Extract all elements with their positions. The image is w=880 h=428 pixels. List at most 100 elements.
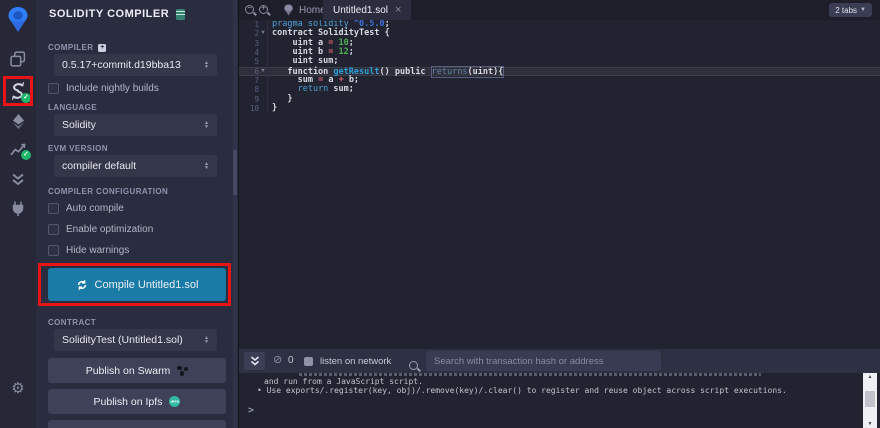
code-line: 5 uint sum;	[239, 57, 880, 66]
hide-warnings-label: Hide warnings	[66, 245, 129, 256]
analysis-success-badge-icon: ✓	[21, 150, 31, 160]
contract-value: SolidityTest (Untitled1.sol)	[62, 334, 183, 346]
config-label-text: COMPILER CONFIGURATION	[48, 187, 168, 196]
scroll-down-icon[interactable]: ▼	[863, 421, 877, 427]
contract-select[interactable]: SolidityTest (Untitled1.sol) ▲▼	[54, 329, 217, 351]
caret-down-icon: ▼	[860, 7, 866, 13]
refresh-icon	[76, 279, 88, 291]
activity-bar: ✓ ✓ ⚙	[0, 0, 36, 428]
terminal-scrollbar[interactable]: ▲ ▼	[863, 373, 877, 428]
terminal-prompt[interactable]: >	[248, 405, 254, 416]
publish-swarm-button[interactable]: Publish on Swarm	[48, 358, 226, 383]
solidity-compiler-panel: SOLIDITY COMPILER COMPILER + 0.5.17+comm…	[36, 0, 238, 428]
listen-on-network-checkbox[interactable]: listen on network	[304, 356, 391, 367]
terminal-output[interactable]: and run from a JavaScript script.• Use e…	[239, 373, 880, 428]
compiler-version-select[interactable]: 0.5.17+commit.d19bba13 ▲▼	[54, 54, 217, 76]
checkbox-icon	[48, 224, 59, 235]
terminal-collapse-button[interactable]	[244, 352, 265, 370]
evm-label-text: EVM VERSION	[48, 144, 108, 153]
publish-ipfs-button[interactable]: Publish on Ipfs IPFS	[48, 389, 226, 414]
zoom-in-icon[interactable]: +	[259, 5, 268, 14]
language-section-label: LANGUAGE	[48, 103, 97, 112]
panel-scrollbar-track[interactable]	[233, 0, 237, 428]
evm-version-select[interactable]: compiler default ▲▼	[54, 155, 217, 177]
close-tab-icon[interactable]: ×	[395, 5, 401, 15]
contract-section-label: CONTRACT	[48, 318, 96, 327]
tabs-count-badge[interactable]: 2 tabs ▼	[829, 3, 872, 17]
code-editor[interactable]: 1pragma solidity ^0.5.0;2▼contract Solid…	[239, 20, 880, 349]
terminal-toolbar: ⊘ 0 listen on network	[239, 349, 880, 373]
clipped-text-line	[299, 373, 761, 376]
dropdown-arrows-icon: ▲▼	[204, 336, 209, 345]
remix-home-icon	[283, 4, 294, 16]
ipfs-icon: IPFS	[169, 396, 180, 407]
checkbox-icon	[304, 357, 313, 366]
double-chevron-down-icon	[250, 356, 260, 366]
compiler-version-value: 0.5.17+commit.d19bba13	[62, 59, 181, 71]
language-select[interactable]: Solidity ▲▼	[54, 114, 217, 136]
tab-file-label: Untitled1.sol	[333, 5, 388, 16]
editor-tab-bar: − + Home Untitled1.sol × 2 tabs ▼	[239, 0, 880, 20]
deploy-run-icon[interactable]	[0, 113, 36, 130]
editor-region: − + Home Untitled1.sol × 2 tabs ▼ 1pragm…	[238, 0, 880, 428]
compiler-info-icon[interactable]: +	[98, 44, 106, 52]
file-explorer-icon[interactable]	[0, 51, 36, 67]
partial-button[interactable]	[48, 420, 226, 428]
docs-icon[interactable]	[176, 9, 185, 20]
code-line: 10}	[239, 104, 880, 113]
code-lines: 1pragma solidity ^0.5.0;2▼contract Solid…	[239, 20, 880, 113]
include-nightly-label: Include nightly builds	[66, 83, 159, 94]
publish-swarm-label: Publish on Swarm	[86, 365, 171, 377]
plugin-manager-icon[interactable]	[0, 200, 36, 217]
clear-transactions-icon[interactable]: ⊘	[273, 353, 282, 368]
dropdown-arrows-icon: ▲▼	[204, 162, 209, 171]
code-line: 8 return sum;	[239, 85, 880, 94]
checkbox-icon	[48, 245, 59, 256]
panel-title: SOLIDITY COMPILER	[49, 8, 185, 20]
tab-untitled1-sol[interactable]: Untitled1.sol ×	[323, 0, 411, 20]
zoom-out-icon[interactable]: −	[245, 5, 254, 14]
compiler-success-badge-icon: ✓	[21, 93, 31, 103]
hide-warnings-checkbox[interactable]: Hide warnings	[48, 245, 129, 256]
transaction-count: 0	[288, 355, 294, 366]
evm-version-value: compiler default	[62, 160, 136, 172]
dropdown-arrows-icon: ▲▼	[204, 61, 209, 70]
evm-version-section-label: EVM VERSION	[48, 144, 108, 153]
terminal-search-input[interactable]	[426, 351, 661, 371]
terminal-line: and run from a JavaScript script.	[257, 377, 856, 386]
scroll-up-icon[interactable]: ▲	[863, 374, 877, 380]
compile-button[interactable]: Compile Untitled1.sol	[48, 268, 226, 301]
checkbox-icon	[48, 203, 59, 214]
tab-home-label: Home	[299, 5, 326, 16]
remix-logo-icon[interactable]	[0, 6, 36, 33]
settings-gear-icon[interactable]: ⚙	[0, 379, 36, 397]
terminal-line: • Use exports/.register(key, obj)/.remov…	[257, 386, 856, 395]
publish-ipfs-label: Publish on Ipfs	[94, 396, 163, 408]
dropdown-arrows-icon: ▲▼	[204, 121, 209, 130]
terminal-lines: and run from a JavaScript script.• Use e…	[257, 377, 856, 395]
listen-on-network-label: listen on network	[320, 356, 391, 367]
auto-compile-label: Auto compile	[66, 203, 124, 214]
checkbox-icon	[48, 83, 59, 94]
compiler-section-label: COMPILER +	[48, 43, 106, 52]
contract-label-text: CONTRACT	[48, 318, 96, 327]
panel-scrollbar-thumb[interactable]	[233, 150, 237, 195]
solidity-compiler-icon[interactable]: ✓	[0, 81, 36, 101]
compiler-config-section-label: COMPILER CONFIGURATION	[48, 187, 168, 196]
language-label-text: LANGUAGE	[48, 103, 97, 112]
swarm-icon	[177, 366, 188, 376]
scrollbar-thumb[interactable]	[865, 391, 875, 407]
tabs-count-label: 2 tabs	[835, 6, 857, 15]
code-line: 9 }	[239, 95, 880, 104]
terminal: ⊘ 0 listen on network and run from a Jav…	[239, 349, 880, 428]
analysis-icon[interactable]: ✓	[0, 142, 36, 157]
debugger-icon[interactable]	[0, 173, 36, 186]
include-nightly-checkbox[interactable]: Include nightly builds	[48, 83, 159, 94]
compiler-label-text: COMPILER	[48, 43, 93, 52]
panel-title-text: SOLIDITY COMPILER	[49, 8, 169, 20]
remix-ide-window: ✓ ✓ ⚙	[0, 0, 880, 428]
compile-button-label: Compile Untitled1.sol	[95, 279, 199, 291]
enable-optimization-label: Enable optimization	[66, 224, 153, 235]
auto-compile-checkbox[interactable]: Auto compile	[48, 203, 124, 214]
enable-optimization-checkbox[interactable]: Enable optimization	[48, 224, 153, 235]
